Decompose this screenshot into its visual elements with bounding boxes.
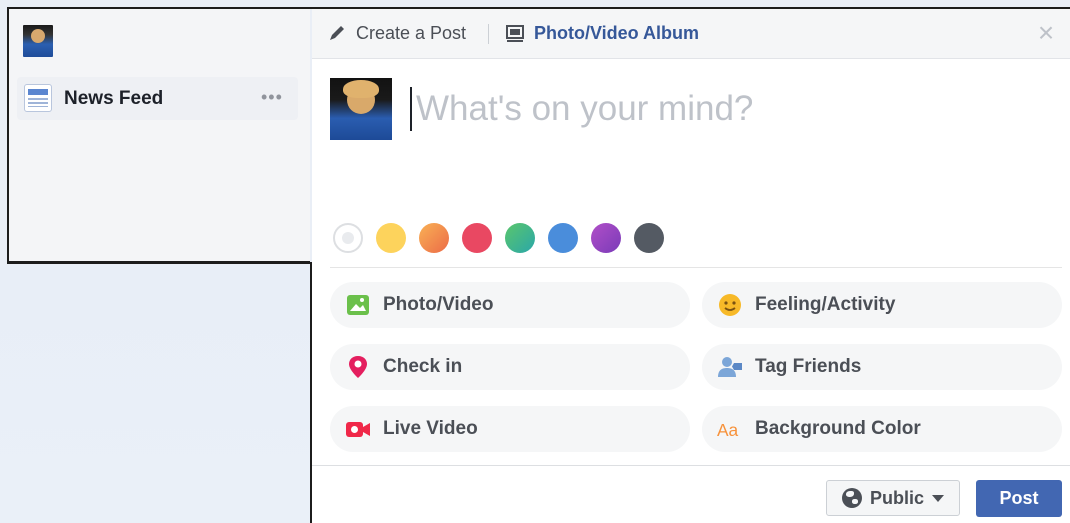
- color-swatch-teal[interactable]: [505, 223, 535, 253]
- page-background: [0, 265, 312, 523]
- action-label: Background Color: [755, 418, 921, 439]
- action-label: Check in: [383, 356, 463, 377]
- photo-icon: [345, 292, 371, 318]
- tab-create-post[interactable]: Create a Post: [326, 22, 466, 44]
- color-swatch-blue[interactable]: [548, 223, 578, 253]
- sidebar-item-label: News Feed: [64, 88, 164, 109]
- tab-photo-video-album[interactable]: Photo/Video Album: [504, 22, 699, 44]
- album-icon: [504, 22, 526, 44]
- color-swatch-orange[interactable]: [419, 223, 449, 253]
- post-button[interactable]: Post: [976, 480, 1062, 517]
- photo-video-button[interactable]: Photo/Video: [330, 282, 690, 328]
- post-text-input[interactable]: What's on your mind?: [416, 89, 753, 129]
- color-swatch-white[interactable]: [333, 223, 363, 253]
- composer-footer: Public Post: [312, 466, 1070, 523]
- profile-avatar[interactable]: [23, 25, 53, 57]
- privacy-label: Public: [869, 487, 924, 508]
- video-camera-icon: [345, 416, 371, 442]
- color-swatch-yellow[interactable]: [376, 223, 406, 253]
- tag-friends-icon: [717, 354, 743, 380]
- news-feed-icon: [24, 84, 52, 112]
- privacy-selector[interactable]: Public: [826, 480, 960, 516]
- divider: [330, 267, 1062, 268]
- tab-label: Photo/Video Album: [534, 22, 699, 43]
- smiley-icon: [717, 292, 743, 318]
- frame-line: [7, 262, 312, 264]
- sidebar-item-news-feed[interactable]: News Feed •••: [17, 77, 298, 120]
- action-label: Photo/Video: [383, 294, 494, 315]
- pencil-icon: [326, 22, 348, 44]
- background-color-button[interactable]: Aa Background Color: [702, 406, 1062, 452]
- tab-label: Create a Post: [356, 22, 467, 43]
- chevron-down-icon: [932, 494, 944, 502]
- color-swatch-dark[interactable]: [634, 223, 664, 253]
- text-caret: [410, 87, 412, 131]
- composer-header: Create a Post Photo/Video Album ×: [312, 9, 1070, 59]
- background-color-picker: [333, 223, 677, 253]
- action-label: Tag Friends: [755, 356, 862, 377]
- close-icon[interactable]: ×: [1030, 17, 1062, 49]
- avatar: [330, 78, 392, 140]
- more-options-icon[interactable]: •••: [261, 87, 283, 108]
- aa-icon: Aa: [717, 416, 743, 442]
- tab-divider: [488, 24, 489, 44]
- feeling-activity-button[interactable]: Feeling/Activity: [702, 282, 1062, 328]
- tag-friends-button[interactable]: Tag Friends: [702, 344, 1062, 390]
- action-label: Live Video: [383, 418, 478, 439]
- color-swatch-red[interactable]: [462, 223, 492, 253]
- svg-text:Aa: Aa: [717, 420, 739, 440]
- post-composer: Create a Post Photo/Video Album × What's…: [312, 9, 1070, 523]
- location-pin-icon: [345, 354, 371, 380]
- color-swatch-purple[interactable]: [591, 223, 621, 253]
- live-video-button[interactable]: Live Video: [330, 406, 690, 452]
- action-label: Feeling/Activity: [755, 294, 896, 315]
- globe-icon: [841, 488, 862, 508]
- check-in-button[interactable]: Check in: [330, 344, 690, 390]
